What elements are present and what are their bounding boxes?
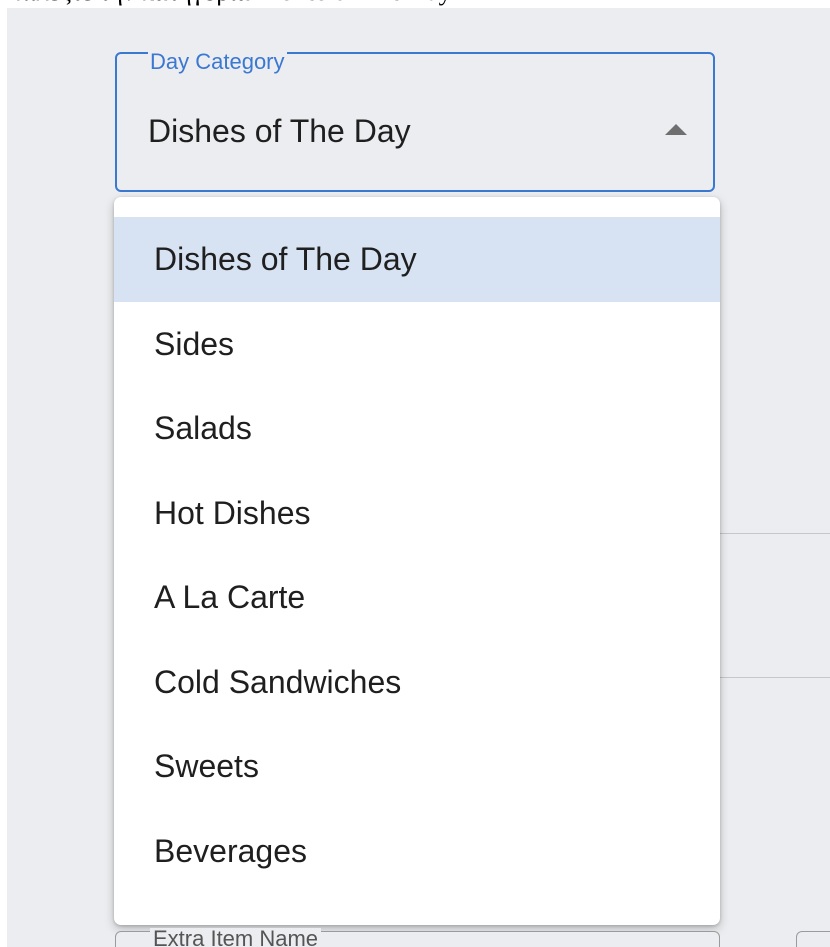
day-category-label: Day Category [148, 49, 287, 75]
option-cold-sandwiches[interactable]: Cold Sandwiches [114, 640, 720, 725]
side-input-field[interactable] [796, 931, 830, 947]
day-category-dropdown-menu: Dishes of The Day Sides Salads Hot Dishe… [114, 197, 720, 925]
option-dishes-of-the-day[interactable]: Dishes of The Day [114, 217, 720, 302]
option-sweets[interactable]: Sweets [114, 724, 720, 809]
option-salads[interactable]: Salads [114, 386, 720, 471]
option-sides[interactable]: Sides [114, 302, 720, 387]
divider-line [720, 533, 830, 534]
caret-up-icon[interactable] [665, 124, 687, 135]
option-a-la-carte[interactable]: A La Carte [114, 555, 720, 640]
extra-item-name-label: Extra Item Name [150, 928, 322, 947]
divider-line [720, 677, 830, 678]
instruction-text: Επιλέξτε την κατηγορία Dishes of The Day [0, 0, 452, 8]
day-category-value[interactable]: Dishes of The Day [148, 112, 411, 150]
option-beverages[interactable]: Beverages [114, 809, 720, 894]
option-hot-dishes[interactable]: Hot Dishes [114, 471, 720, 556]
